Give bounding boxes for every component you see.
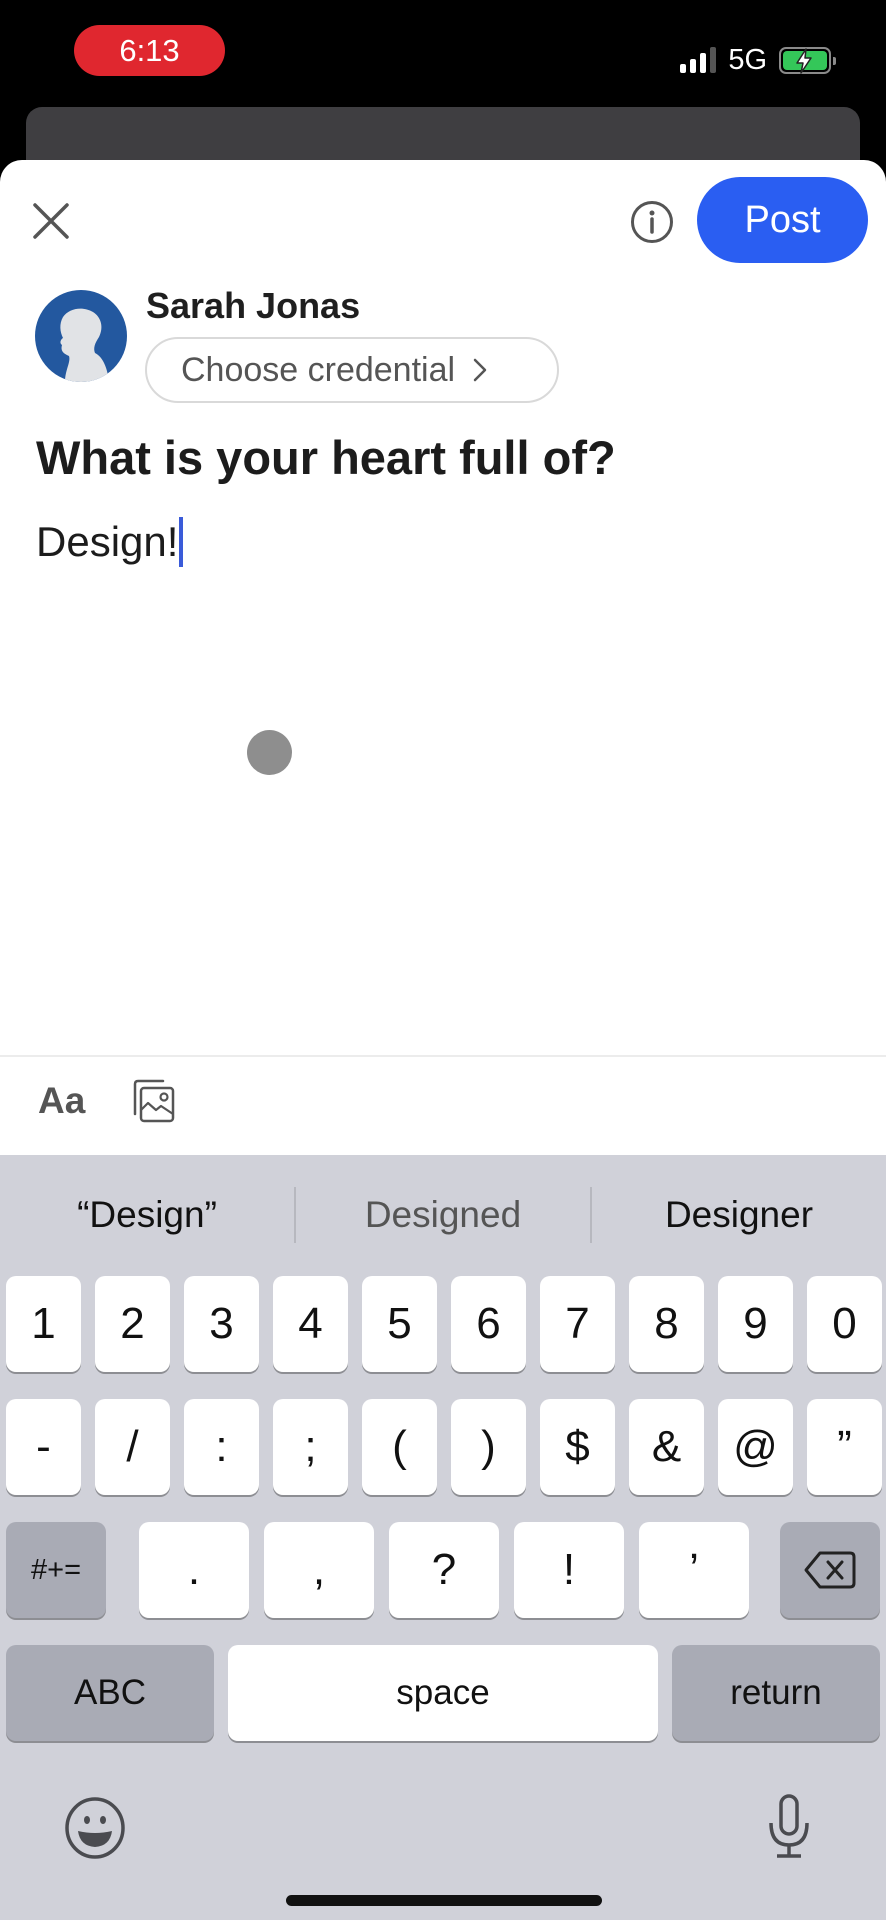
touch-indicator xyxy=(247,730,292,775)
key[interactable]: ( xyxy=(362,1399,437,1495)
space-key[interactable]: space xyxy=(228,1645,658,1741)
key[interactable]: , xyxy=(264,1522,374,1618)
charging-bolt-icon xyxy=(796,47,812,74)
status-time: 6:13 xyxy=(74,25,225,76)
status-bar: 6:13 5G xyxy=(0,0,886,105)
info-icon xyxy=(631,201,673,243)
key[interactable]: 1 xyxy=(6,1276,81,1372)
toolbar-divider xyxy=(0,1055,886,1057)
key[interactable]: ? xyxy=(389,1522,499,1618)
backspace-key[interactable] xyxy=(780,1522,880,1618)
author-name: Sarah Jonas xyxy=(146,285,361,326)
suggestion-item[interactable]: “Design” xyxy=(0,1194,294,1236)
key[interactable]: 2 xyxy=(95,1276,170,1372)
key[interactable]: 4 xyxy=(273,1276,348,1372)
abc-key[interactable]: ABC xyxy=(6,1645,214,1741)
credential-label: Choose credential xyxy=(181,350,456,389)
key[interactable]: ’ xyxy=(639,1522,749,1618)
home-indicator[interactable] xyxy=(286,1895,602,1906)
text-format-button[interactable]: Aa xyxy=(38,1080,85,1122)
key[interactable]: ) xyxy=(451,1399,526,1495)
key[interactable]: 7 xyxy=(540,1276,615,1372)
avatar[interactable] xyxy=(35,290,127,382)
keyboard: “Design” Designed Designer #+= ABC space… xyxy=(0,1155,886,1920)
key[interactable]: 6 xyxy=(451,1276,526,1372)
post-text-value: Design! xyxy=(36,518,179,565)
key[interactable]: ” xyxy=(807,1399,882,1495)
post-text-input[interactable]: Design! xyxy=(36,517,184,567)
post-button[interactable]: Post xyxy=(697,177,868,263)
close-icon xyxy=(33,203,69,239)
chevron-right-icon xyxy=(473,358,487,382)
key[interactable]: ! xyxy=(514,1522,624,1618)
key[interactable]: : xyxy=(184,1399,259,1495)
key[interactable]: 5 xyxy=(362,1276,437,1372)
suggestion-item[interactable]: Designed xyxy=(296,1194,590,1236)
network-label: 5G xyxy=(728,43,767,76)
return-key[interactable]: return xyxy=(672,1645,880,1741)
image-gallery-icon xyxy=(133,1079,175,1123)
predictive-bar: “Design” Designed Designer xyxy=(0,1155,886,1275)
close-button[interactable] xyxy=(30,200,72,242)
microphone-icon xyxy=(769,1794,809,1858)
key[interactable]: 0 xyxy=(807,1276,882,1372)
add-media-button[interactable] xyxy=(131,1078,177,1124)
emoji-button[interactable] xyxy=(63,1796,127,1865)
key[interactable]: $ xyxy=(540,1399,615,1495)
battery-icon xyxy=(779,46,836,74)
backspace-icon xyxy=(804,1551,856,1589)
key[interactable]: ; xyxy=(273,1399,348,1495)
key[interactable]: / xyxy=(95,1399,170,1495)
key[interactable]: 3 xyxy=(184,1276,259,1372)
symbols-toggle-key[interactable]: #+= xyxy=(6,1522,106,1618)
suggestion-item[interactable]: Designer xyxy=(592,1194,886,1236)
key[interactable]: 9 xyxy=(718,1276,793,1372)
prompt-title: What is your heart full of? xyxy=(36,431,616,484)
avatar-silhouette-icon xyxy=(60,308,109,382)
key[interactable]: & xyxy=(629,1399,704,1495)
key[interactable]: . xyxy=(139,1522,249,1618)
key[interactable]: 8 xyxy=(629,1276,704,1372)
status-indicators: 5G xyxy=(680,42,836,78)
text-cursor xyxy=(179,517,184,567)
key[interactable]: @ xyxy=(718,1399,793,1495)
signal-icon xyxy=(680,47,717,73)
choose-credential-button[interactable]: Choose credential xyxy=(145,337,559,403)
emoji-icon xyxy=(65,1797,125,1859)
dictation-button[interactable] xyxy=(765,1793,813,1866)
key[interactable]: - xyxy=(6,1399,81,1495)
info-button[interactable] xyxy=(630,200,674,244)
post-composer-sheet: Post Sarah Jonas Choose credential What … xyxy=(0,160,886,1155)
